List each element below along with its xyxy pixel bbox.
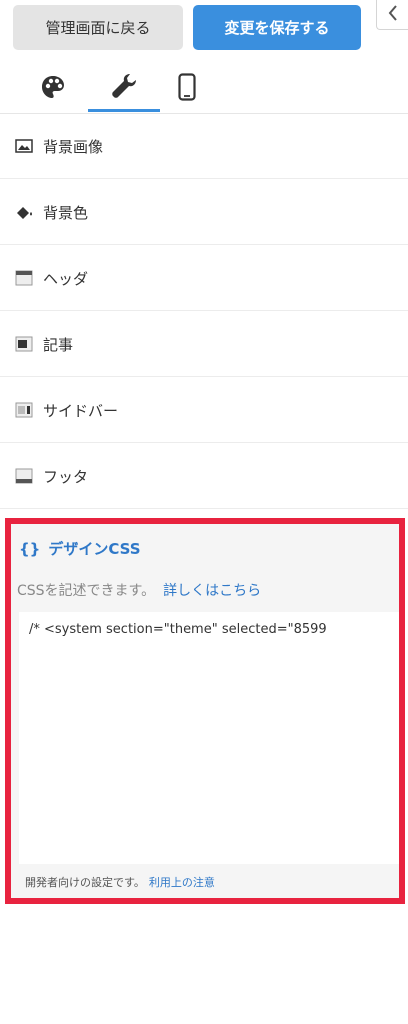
menu-item-background-color[interactable]: 背景色 <box>0 180 408 245</box>
collapse-panel-button[interactable] <box>376 0 408 30</box>
menu-item-label: 背景画像 <box>43 137 104 156</box>
header-layout-icon <box>13 269 35 287</box>
paint-bucket-icon <box>13 203 35 221</box>
smartphone-icon <box>178 73 196 105</box>
usage-notes-link[interactable]: 利用上の注意 <box>149 876 215 889</box>
menu-item-label: サイドバー <box>43 401 119 420</box>
design-css-description-text: CSSを記述できます。 <box>17 583 156 599</box>
menu-item-label: ヘッダ <box>43 269 89 288</box>
design-css-footer: 開発者向けの設定です。 利用上の注意 <box>25 874 215 890</box>
menu-item-label: 記事 <box>43 335 74 354</box>
menu-item-label: 背景色 <box>43 203 89 222</box>
tab-customize[interactable] <box>88 66 160 112</box>
design-css-title: {} デザインCSS <box>19 538 141 559</box>
footer-layout-icon <box>13 467 35 485</box>
design-css-title-label: デザインCSS <box>48 540 141 558</box>
css-code-editor[interactable]: /* <system section="theme" selected="859… <box>19 612 399 864</box>
details-link[interactable]: 詳しくはこちら <box>163 583 261 599</box>
menu-item-footer[interactable]: フッタ <box>0 444 408 509</box>
css-code-text: /* <system section="theme" selected="859… <box>29 622 327 637</box>
design-css-panel: {} デザインCSS CSSを記述できます。 詳しくはこちら /* <system… <box>5 518 405 904</box>
sidebar-layout-icon <box>13 401 35 419</box>
chevron-left-icon <box>387 4 399 26</box>
menu-item-label: フッタ <box>43 467 89 486</box>
menu-item-header[interactable]: ヘッダ <box>0 246 408 311</box>
image-icon <box>13 137 35 155</box>
back-to-admin-button[interactable]: 管理画面に戻る <box>13 5 183 50</box>
code-braces-icon: {} <box>19 539 41 558</box>
article-layout-icon <box>13 335 35 353</box>
design-css-footer-text: 開発者向けの設定です。 <box>25 876 145 889</box>
customize-tabs <box>0 58 408 114</box>
menu-item-background-image[interactable]: 背景画像 <box>0 114 408 179</box>
palette-icon <box>40 74 66 104</box>
menu-item-sidebar[interactable]: サイドバー <box>0 378 408 443</box>
menu-item-article[interactable]: 記事 <box>0 312 408 377</box>
top-toolbar: 管理画面に戻る 変更を保存する <box>0 0 408 60</box>
tab-mobile[interactable] <box>157 66 217 112</box>
design-css-description: CSSを記述できます。 詳しくはこちら <box>17 580 261 600</box>
wrench-icon <box>109 71 139 105</box>
save-changes-button[interactable]: 変更を保存する <box>193 5 361 50</box>
tab-theme[interactable] <box>23 66 83 112</box>
